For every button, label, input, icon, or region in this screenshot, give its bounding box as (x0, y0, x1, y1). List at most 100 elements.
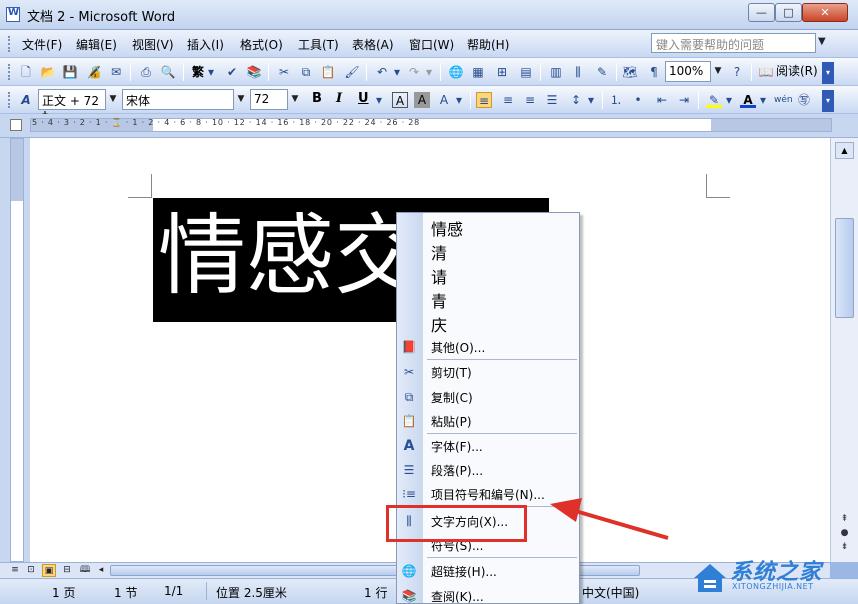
insert-excel-icon[interactable]: ▤ (518, 64, 534, 80)
chevron-down-icon[interactable]: ▾ (454, 92, 464, 108)
font-color-icon[interactable]: A (740, 92, 756, 108)
font-size-select[interactable]: 72 (250, 89, 288, 110)
menu-item-cut[interactable]: ✂ 剪切(T) (397, 360, 579, 384)
copy-icon[interactable]: ⧉ (298, 64, 314, 80)
menu-item-copy[interactable]: ⧉ 复制(C) (397, 385, 579, 409)
chevron-down-icon[interactable]: ▼ (711, 62, 725, 81)
scroll-thumb[interactable] (835, 218, 854, 318)
outline-view-icon[interactable]: ⊟ (60, 564, 74, 577)
menu-help[interactable]: 帮助(H) (467, 36, 509, 53)
menu-edit[interactable]: 编辑(E) (76, 36, 117, 53)
close-button[interactable]: ✕ (802, 3, 848, 22)
open-folder-icon[interactable]: 📂 (40, 64, 56, 80)
insert-table-icon[interactable]: ⊞ (494, 64, 510, 80)
menu-item-suggestion-1[interactable]: 情感 (397, 215, 579, 239)
chevron-down-icon[interactable]: ▾ (424, 64, 434, 80)
word-app-icon[interactable] (6, 7, 20, 22)
chevron-down-icon[interactable]: ▾ (206, 64, 216, 80)
minimize-button[interactable]: — (748, 3, 775, 22)
vertical-scrollbar[interactable]: ▲ ⇞ ● ⇟ (830, 138, 858, 562)
chevron-down-icon[interactable]: ▼ (288, 90, 302, 109)
vertical-ruler[interactable] (0, 138, 30, 562)
menu-insert[interactable]: 插入(I) (187, 36, 224, 53)
character-shading-icon[interactable]: A (414, 92, 430, 108)
email-icon[interactable]: ✉ (108, 64, 124, 80)
menu-item-paste[interactable]: 📋 粘贴(P) (397, 409, 579, 433)
bullets-icon[interactable]: • (630, 92, 646, 108)
hyperlink-icon[interactable]: 🌐 (448, 64, 464, 80)
save-icon[interactable]: 💾 (62, 64, 78, 80)
numbering-icon[interactable]: ⒈ (608, 92, 624, 108)
menu-view[interactable]: 视图(V) (132, 36, 174, 53)
traditional-chinese-button[interactable]: 繁 (190, 64, 206, 80)
print-icon[interactable]: ⎙ (138, 64, 154, 80)
redo-icon[interactable]: ↷ (406, 64, 422, 80)
align-justify-icon[interactable]: ≡ (476, 92, 492, 108)
align-right-icon[interactable]: ≡ (522, 92, 538, 108)
help-icon[interactable]: ? (729, 64, 745, 80)
chevron-down-icon[interactable]: ▾ (586, 92, 596, 108)
help-dropdown-icon[interactable]: ▼ (818, 36, 826, 47)
menu-item-more[interactable]: 📕 其他(O)... (397, 335, 579, 359)
print-layout-view-icon[interactable]: ▣ (42, 564, 56, 577)
chevron-down-icon[interactable]: ▾ (758, 92, 768, 108)
print-preview-icon[interactable]: 🔍 (160, 64, 176, 80)
style-select[interactable]: 正文 + 72 ‡ (38, 89, 106, 123)
zoom-select[interactable]: 100% (665, 61, 711, 82)
bold-button[interactable]: B (312, 91, 322, 106)
toolbar-options-icon[interactable]: ▾ (822, 62, 834, 84)
undo-icon[interactable]: ↶ (374, 64, 390, 80)
line-spacing-icon[interactable]: ↕ (568, 92, 584, 108)
menu-file[interactable]: 文件(F) (22, 36, 62, 53)
text-direction-toolbar-icon[interactable]: ⫼ (570, 64, 586, 80)
help-search-input[interactable]: 键入需要帮助的问题 (651, 33, 816, 53)
format-painter-icon[interactable]: 🖌 (344, 64, 360, 80)
menu-table[interactable]: 表格(A) (352, 36, 394, 53)
chevron-down-icon[interactable]: ▾ (392, 64, 402, 80)
columns-icon[interactable]: ▥ (548, 64, 564, 80)
chevron-down-icon[interactable]: ▼ (106, 90, 120, 109)
underline-button[interactable]: U (358, 91, 369, 106)
chevron-down-icon[interactable]: ▼ (234, 90, 248, 109)
tab-selector[interactable] (10, 119, 22, 131)
drawing-icon[interactable]: ✎ (594, 64, 610, 80)
character-border-icon[interactable]: A (392, 92, 408, 108)
align-center-icon[interactable]: ≡ (500, 92, 516, 108)
menu-item-paragraph[interactable]: ☰ 段落(P)... (397, 458, 579, 482)
scroll-up-icon[interactable]: ▲ (835, 142, 854, 159)
toolbar-grip[interactable] (8, 64, 11, 80)
menu-window[interactable]: 窗口(W) (409, 36, 454, 53)
horizontal-ruler[interactable]: 5 · 4 · 3 · 2 · 1 · ⌛ · 1 · 2 · 4 · 6 · … (0, 114, 858, 138)
toolbar-grip[interactable] (8, 92, 11, 108)
reading-view-icon[interactable]: 🕮 (78, 564, 92, 577)
menu-item-suggestion-5[interactable]: 庆 (397, 311, 579, 335)
tables-borders-icon[interactable]: ▦ (470, 64, 486, 80)
menu-format[interactable]: 格式(O) (240, 36, 283, 53)
paste-icon[interactable]: 📋 (320, 64, 336, 80)
enclose-characters-icon[interactable]: ㊢ (796, 92, 812, 108)
spelling-icon[interactable]: ✔ (224, 64, 240, 80)
research-icon[interactable]: 📚 (246, 64, 262, 80)
italic-button[interactable]: I (336, 91, 342, 106)
chevron-down-icon[interactable]: ▾ (374, 92, 384, 108)
menu-item-suggestion-2[interactable]: 清 (397, 239, 579, 263)
normal-view-icon[interactable]: ≡ (8, 564, 22, 577)
web-view-icon[interactable]: ⊡ (24, 564, 38, 577)
previous-page-icon[interactable]: ⇞ (836, 514, 853, 528)
menubar-grip[interactable] (8, 36, 11, 52)
new-document-icon[interactable]: 🗋 (18, 64, 34, 80)
menu-item-hyperlink[interactable]: 🌐 超链接(H)... (397, 559, 579, 583)
menu-item-suggestion-4[interactable]: 青 (397, 287, 579, 311)
distributed-align-icon[interactable]: ☰ (544, 92, 560, 108)
toolbar-options-icon[interactable]: ▾ (822, 90, 834, 112)
character-scaling-icon[interactable]: A (436, 92, 452, 108)
cut-icon[interactable]: ✂ (276, 64, 292, 80)
menu-item-suggestion-3[interactable]: 请 (397, 263, 579, 287)
permission-icon[interactable]: 🔏 (86, 64, 102, 80)
decrease-indent-icon[interactable]: ⇤ (654, 92, 670, 108)
scroll-left-icon[interactable]: ◂ (94, 564, 108, 577)
font-select[interactable]: 宋体 (122, 89, 234, 110)
menu-tools[interactable]: 工具(T) (298, 36, 339, 53)
document-map-icon[interactable]: 🗺 (622, 64, 638, 80)
chevron-down-icon[interactable]: ▾ (724, 92, 734, 108)
